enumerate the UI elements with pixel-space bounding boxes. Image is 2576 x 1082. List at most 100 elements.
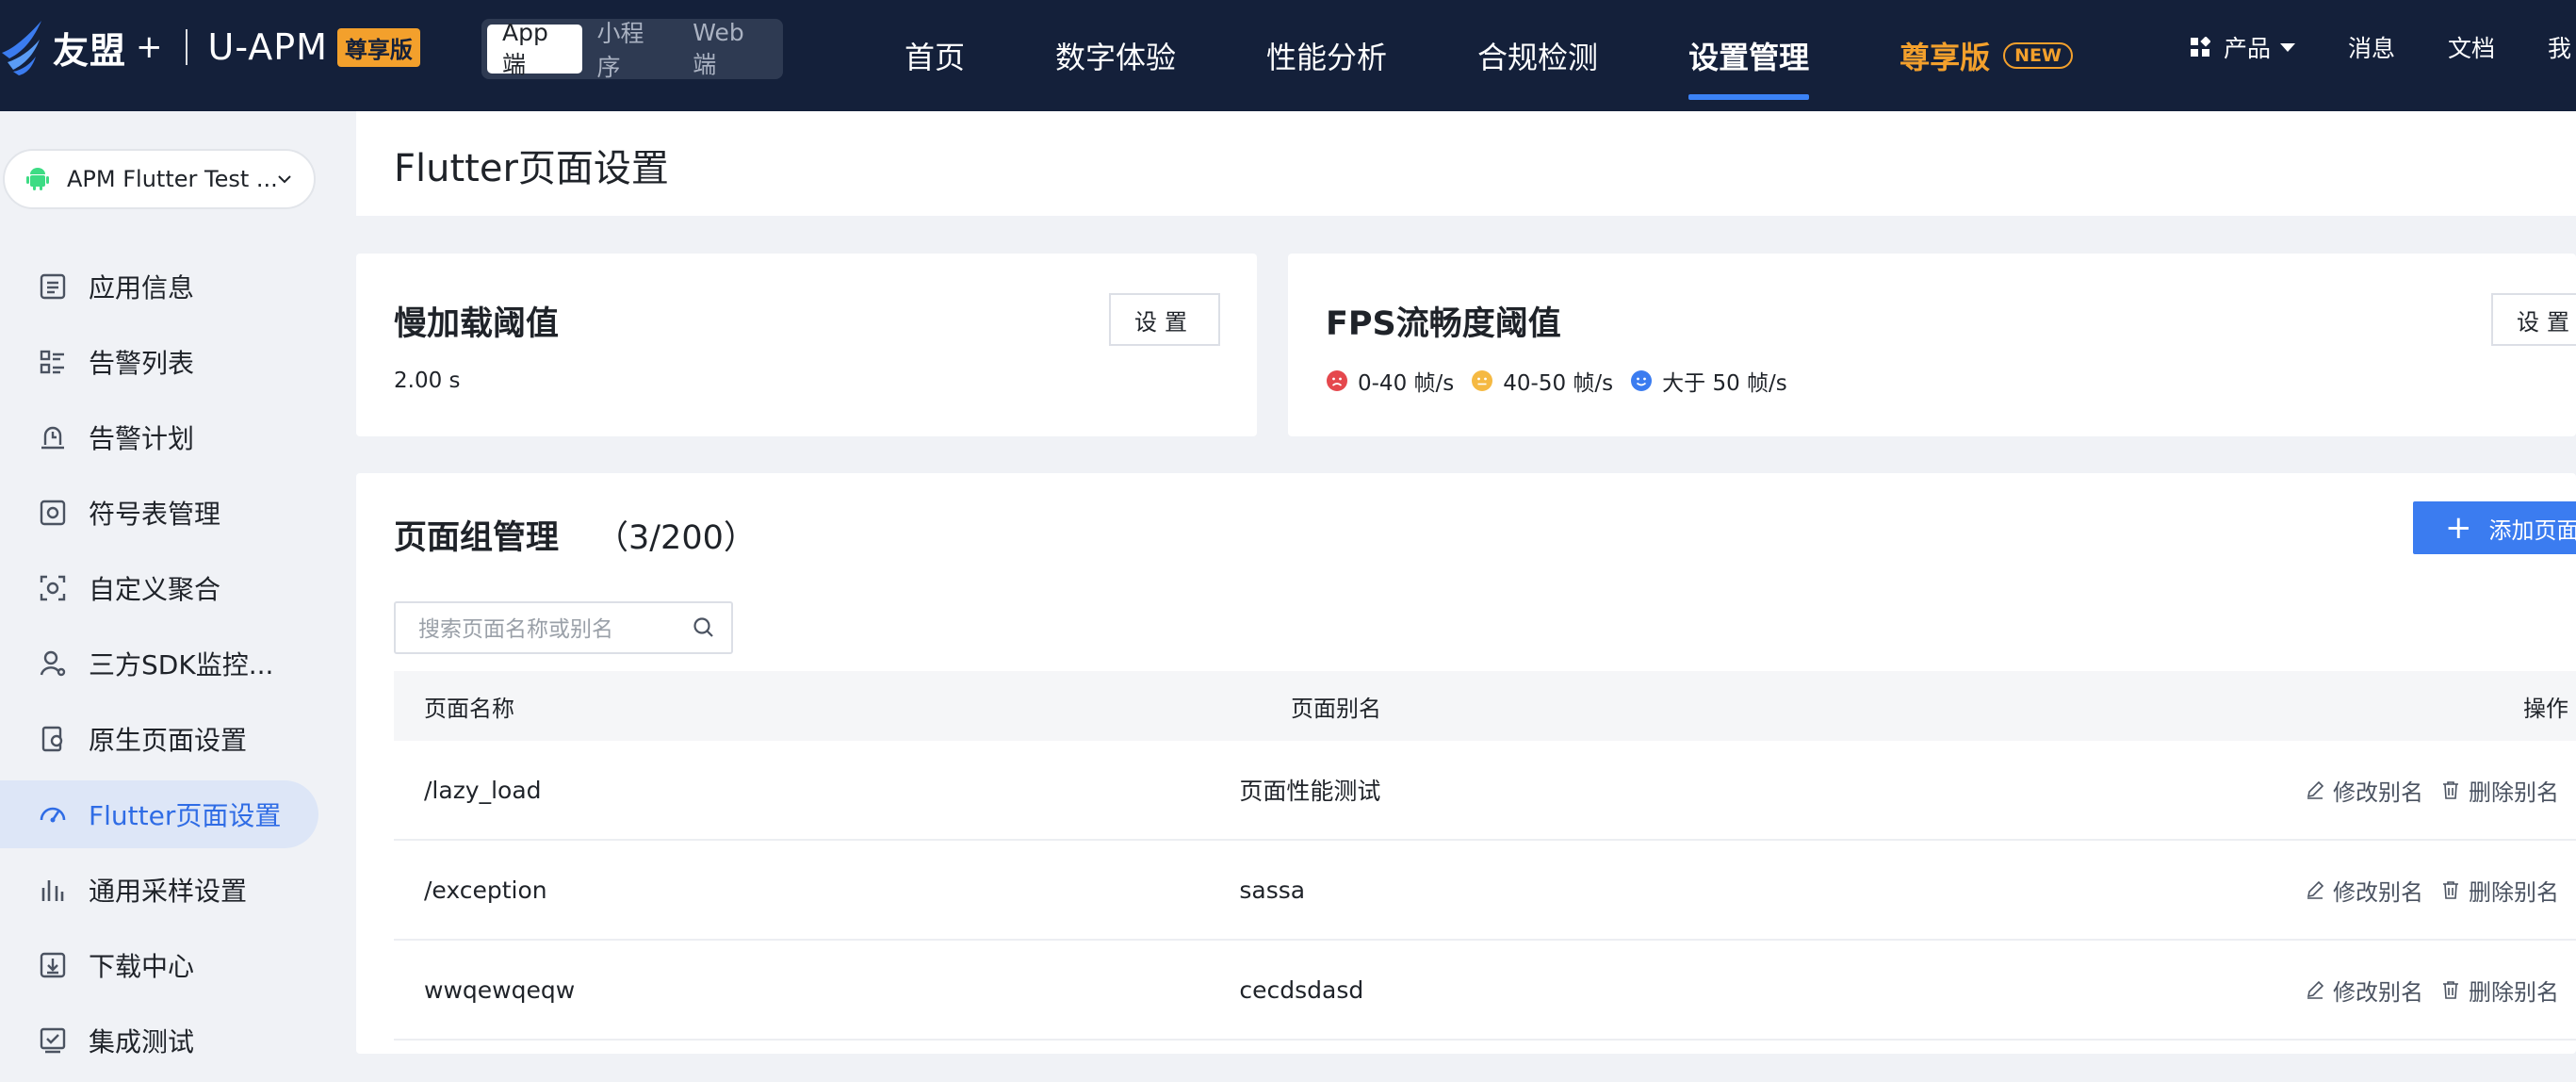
product-name: U-APM [208,26,328,68]
page-search-input[interactable] [416,613,675,647]
sidebar-item-sdk-monitor[interactable]: 三方SDK监控... [0,630,318,697]
row-page-name: /lazy_load [394,777,1239,804]
alarm-plan-icon [38,422,68,452]
fps-level-low-label: 0-40 帧/s [1358,365,1454,397]
sampling-icon [38,875,68,905]
add-page-label: 添加页面 [2489,512,2576,545]
column-page-alias: 页面别名 [1291,690,2233,723]
brand-name: 友盟 [53,22,126,74]
top-right-links: 产品 消息 文档 我 [2190,0,2576,94]
main-nav: 首页 数字体验 性能分析 合规检测 设置管理 尊享版 NEW [905,0,2163,111]
sidebar-item-label: 原生页面设置 [89,720,247,758]
sidebar-item-label: 告警列表 [89,343,194,381]
delete-alias-button[interactable]: 删除别名 [2440,974,2559,1007]
happy-face-icon [1630,369,1653,392]
flutter-page-icon [38,799,68,829]
brand-plus: + [136,28,163,66]
products-menu[interactable]: 产品 [2190,30,2295,64]
integration-test-icon [38,1025,68,1056]
edit-alias-button[interactable]: 修改别名 [2305,974,2423,1007]
native-page-icon [38,724,68,754]
sidebar-item-alarm-list[interactable]: 告警列表 [0,328,318,396]
sidebar-item-symbol-table[interactable]: 符号表管理 [0,479,318,547]
add-page-button[interactable]: + 添加页面 [2413,501,2576,554]
slow-load-settings-button[interactable]: 设置 [1109,293,1220,346]
nav-digital-experience[interactable]: 数字体验 [1055,0,1176,111]
edit-pencil-icon [2305,879,2325,900]
page-title: Flutter页面设置 [394,138,669,192]
nav-compliance-check[interactable]: 合规检测 [1477,0,1598,111]
table-row: wwqewqeqw cecdsdasd 修改别名 删除别名 [394,941,2576,1041]
nav-performance-analysis[interactable]: 性能分析 [1266,0,1387,111]
row-operations: 修改别名 删除别名 [2126,774,2576,807]
sidebar-item-sampling[interactable]: 通用采样设置 [0,856,318,924]
fps-settings-button[interactable]: 设置 [2491,293,2576,346]
edit-alias-label: 修改别名 [2333,774,2423,807]
docs-link[interactable]: 文档 [2448,30,2495,64]
sidebar-item-label: 自定义聚合 [89,569,220,607]
sidebar-item-flutter-page[interactable]: Flutter页面设置 [0,780,318,848]
row-page-name: /exception [394,877,1239,904]
fps-level-mid-label: 40-50 帧/s [1503,365,1613,397]
sidebar-item-custom-aggregate[interactable]: 自定义聚合 [0,554,318,622]
edit-alias-button[interactable]: 修改别名 [2305,774,2423,807]
sidebar-item-label: 集成测试 [89,1022,194,1059]
delete-alias-button[interactable]: 删除别名 [2440,874,2559,907]
edit-alias-label: 修改别名 [2333,974,2423,1007]
app-info-icon [38,271,68,302]
page-header: Flutter页面设置 [356,111,2576,216]
row-page-alias: 页面性能测试 [1239,773,2126,807]
page-group-management-card: 页面组管理 （3/200） + 添加页面 页面名称 页面别名 操作 /lazy_… [356,473,2576,1054]
sidebar-item-app-info[interactable]: 应用信息 [0,253,318,320]
column-page-name: 页面名称 [394,690,1291,723]
search-icon[interactable] [692,615,716,640]
sidebar-item-label: 符号表管理 [89,494,220,532]
row-operations: 修改别名 删除别名 [2126,974,2576,1007]
row-page-name: wwqewqeqw [394,976,1239,1004]
symbol-table-icon [38,498,68,528]
grid-icon [2190,37,2210,57]
custom-aggregate-icon [38,573,68,603]
page-search-box [394,601,733,654]
platform-switch: App端 小程序 Web端 [481,19,783,79]
nav-settings-management[interactable]: 设置管理 [1688,0,1809,111]
nav-premium[interactable]: 尊享版 NEW [1899,0,2073,111]
caret-down-icon [2280,43,2295,52]
fps-level-mid: 40-50 帧/s [1471,365,1613,397]
umeng-swift-logo-icon [0,17,47,77]
me-link[interactable]: 我 [2548,30,2571,64]
app-selector[interactable]: APM Flutter Test ... [3,149,316,209]
platform-tab-web[interactable]: Web端 [677,25,777,74]
sidebar-item-native-page[interactable]: 原生页面设置 [0,705,318,773]
sidebar-item-download[interactable]: 下载中心 [0,931,318,999]
android-icon [25,167,50,191]
sidebar: APM Flutter Test ... 应用信息 告警列表 告警计划 符号表管… [0,111,339,1054]
edit-alias-button[interactable]: 修改别名 [2305,874,2423,907]
nav-premium-label: 尊享版 [1899,34,1990,77]
sidebar-item-label: 通用采样设置 [89,871,247,909]
row-operations: 修改别名 删除别名 [2126,874,2576,907]
page-group-table: 页面名称 页面别名 操作 /lazy_load 页面性能测试 修改别名 删除别名… [394,671,2576,1041]
platform-tab-miniprogram[interactable]: 小程序 [582,25,678,74]
fps-level-high: 大于 50 帧/s [1630,365,1787,397]
messages-link[interactable]: 消息 [2348,30,2395,64]
platform-tab-app[interactable]: App端 [487,25,582,74]
sidebar-item-integration-test[interactable]: 集成测试 [0,1007,318,1074]
plus-icon: + [2445,512,2472,544]
chevron-down-icon [276,171,293,188]
fps-threshold-card: FPS流畅度阈值 0-40 帧/s 40-50 帧/s 大于 50 帧/s 设置 [1288,254,2576,436]
umeng-logo[interactable]: 友盟 + U-APM 尊享版 [0,17,420,77]
sidebar-item-alarm-plan[interactable]: 告警计划 [0,403,318,471]
fps-title: FPS流畅度阈值 [1326,297,1561,345]
page-group-title: 页面组管理 [394,511,559,559]
sdk-monitor-icon [38,648,68,679]
trash-icon [2440,879,2461,900]
sidebar-menu: 应用信息 告警列表 告警计划 符号表管理 自定义聚合 三方SDK监控... 原生… [0,253,339,1082]
trash-icon [2440,779,2461,800]
delete-alias-button[interactable]: 删除别名 [2440,774,2559,807]
alarm-list-icon [38,347,68,377]
row-page-alias: cecdsdasd [1239,976,2126,1004]
sad-face-icon [1326,369,1348,392]
slow-load-threshold-card: 慢加载阈值 2.00 s 设置 [356,254,1257,436]
nav-home[interactable]: 首页 [905,0,965,111]
